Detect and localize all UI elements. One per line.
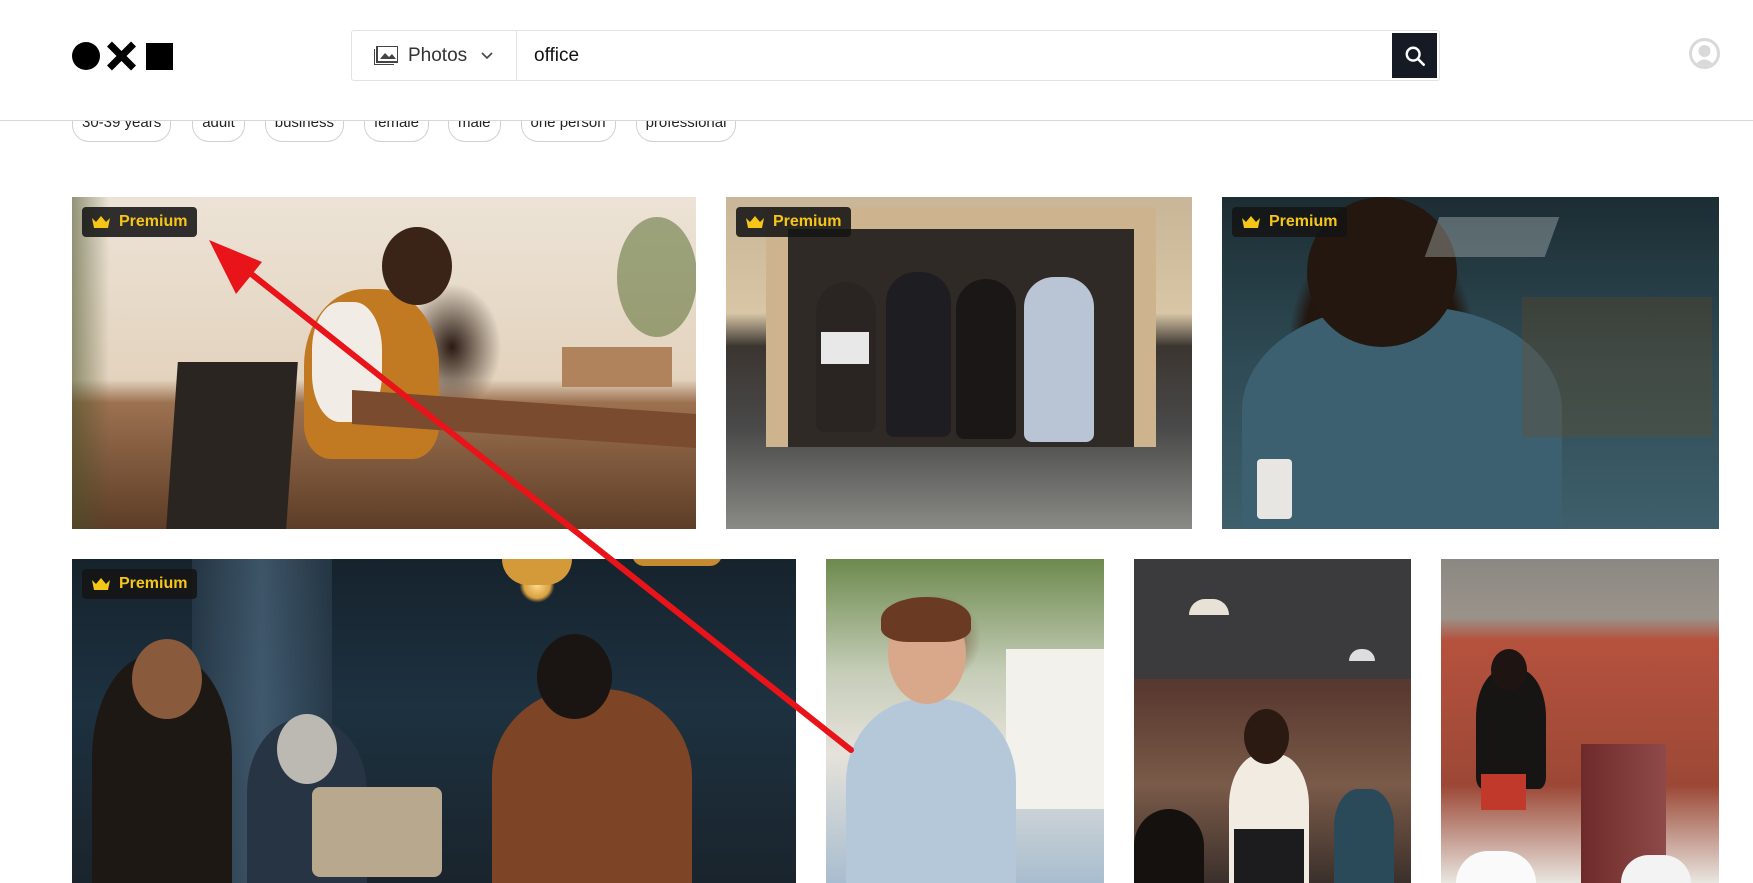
crown-icon	[746, 216, 764, 228]
photo-board	[166, 362, 298, 529]
media-type-label: Photos	[408, 44, 468, 66]
premium-label: Premium	[1269, 213, 1338, 230]
photo-tile[interactable]: Premium	[72, 197, 696, 529]
person-shape	[1134, 809, 1204, 883]
top-header: Photos	[0, 0, 1753, 121]
premium-label: Premium	[119, 575, 188, 592]
plant-shape	[617, 217, 696, 337]
person-shape	[1334, 789, 1394, 883]
premium-badge: Premium	[736, 207, 852, 237]
photo-tile[interactable]: Premium	[1222, 197, 1719, 529]
hair-shape	[881, 597, 971, 642]
photo-tile[interactable]	[826, 559, 1104, 883]
search-input[interactable]	[517, 31, 1392, 80]
box-shape	[562, 347, 672, 387]
person-shape	[956, 279, 1016, 439]
person-shape	[492, 689, 692, 883]
photo-tile[interactable]	[1441, 559, 1719, 883]
square-icon	[146, 42, 173, 70]
premium-badge: Premium	[82, 569, 198, 599]
circle-icon	[72, 42, 100, 70]
media-type-dropdown[interactable]: Photos	[352, 31, 517, 80]
lamp-shape	[502, 559, 572, 585]
person-head	[132, 639, 202, 719]
shorts-shape	[1481, 774, 1526, 810]
search-button[interactable]	[1392, 33, 1437, 78]
search-bar: Photos	[351, 30, 1440, 81]
person-head	[1244, 709, 1289, 764]
laptop-shape	[821, 332, 869, 364]
person-head	[537, 634, 612, 719]
search-icon	[1405, 46, 1425, 66]
person-shape	[1024, 277, 1094, 442]
chevron-down-icon	[481, 48, 493, 63]
shirt-shape	[846, 699, 1016, 883]
lamp-shape	[632, 559, 722, 566]
ceiling-light	[1424, 217, 1560, 257]
user-icon	[1694, 45, 1715, 66]
crown-icon	[92, 216, 110, 228]
avatar[interactable]	[1689, 38, 1720, 69]
person-shape	[886, 272, 951, 437]
premium-label: Premium	[773, 213, 842, 230]
background-shape	[1522, 297, 1712, 437]
site-logo[interactable]	[72, 42, 173, 70]
cross-icon	[106, 41, 136, 71]
photo-tile[interactable]: Premium	[726, 197, 1192, 529]
image-icon	[374, 46, 398, 65]
person-head	[277, 714, 337, 784]
person-head	[1491, 649, 1527, 691]
premium-badge: Premium	[82, 207, 198, 237]
laptop-shape	[1234, 829, 1304, 883]
ceiling-shape	[1134, 559, 1411, 679]
premium-badge: Premium	[1232, 207, 1348, 237]
photo-tile[interactable]	[1134, 559, 1411, 883]
chair-shape	[1456, 851, 1536, 883]
laptop-shape	[312, 787, 442, 877]
mug-shape	[1257, 459, 1292, 519]
photo-tile[interactable]: Premium	[72, 559, 796, 883]
crown-icon	[92, 578, 110, 590]
crown-icon	[1242, 216, 1260, 228]
window-shape	[1006, 649, 1104, 809]
person-head	[382, 227, 452, 305]
premium-label: Premium	[119, 213, 188, 230]
